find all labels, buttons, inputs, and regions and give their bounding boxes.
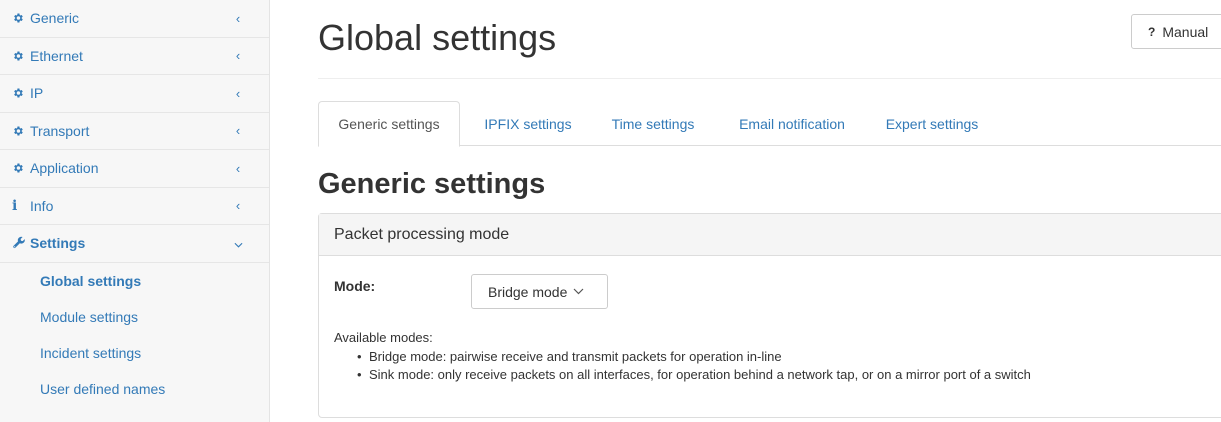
gear-icon	[12, 50, 30, 62]
list-item: Bridge mode: pairwise receive and transm…	[357, 348, 1031, 366]
gear-icon	[12, 162, 30, 174]
tab-ipfix-settings[interactable]: IPFIX settings	[468, 101, 588, 146]
gear-icon	[12, 87, 30, 99]
section-title: Generic settings	[318, 168, 546, 200]
chevron-left-icon: ‹	[235, 123, 241, 139]
chevron-left-icon: ‹	[235, 160, 241, 176]
tab-bar: Generic settings IPFIX settings Time set…	[318, 101, 1221, 147]
tab-email-notification[interactable]: Email notification	[722, 101, 862, 146]
sidebar-item-info[interactable]: i Info ‹	[0, 188, 269, 225]
sidebar-item-generic[interactable]: Generic ‹	[0, 0, 269, 38]
gear-icon	[12, 125, 30, 137]
sidebar-item-label: Info	[30, 197, 54, 214]
sidebar-item-label: Settings	[30, 235, 86, 252]
chevron-left-icon: ‹	[235, 10, 241, 26]
sidebar-item-label: Generic	[30, 10, 80, 27]
sidebar-item-label: Application	[30, 160, 99, 177]
chevron-down-icon	[233, 236, 243, 251]
wrench-icon	[12, 236, 30, 250]
chevron-left-icon: ‹	[235, 198, 241, 214]
panel-heading: Packet processing mode	[319, 214, 1221, 256]
tab-time-settings[interactable]: Time settings	[598, 101, 708, 146]
sidebar-item-ethernet[interactable]: Ethernet ‹	[0, 38, 269, 75]
tab-generic-settings[interactable]: Generic settings	[318, 101, 460, 147]
sidebar-item-transport[interactable]: Transport ‹	[0, 113, 269, 150]
manual-button[interactable]: ? Manual	[1131, 14, 1221, 49]
sidebar-item-settings[interactable]: Settings	[0, 225, 269, 263]
chevron-left-icon: ‹	[235, 85, 241, 101]
mode-select-value: Bridge mode	[488, 283, 568, 300]
sidebar-item-label: Ethernet	[30, 47, 83, 64]
chevron-down-icon	[573, 288, 584, 295]
sidebar-item-ip[interactable]: IP ‹	[0, 75, 269, 113]
header-divider	[318, 78, 1221, 79]
mode-select[interactable]: Bridge mode	[471, 274, 608, 309]
question-icon: ?	[1148, 24, 1156, 39]
sidebar: Generic ‹ Ethernet ‹ IP ‹ Transport ‹ Ap…	[0, 0, 270, 422]
available-modes-label: Available modes:	[334, 330, 433, 345]
chevron-left-icon: ‹	[235, 48, 241, 64]
sidebar-subitem-incident-settings[interactable]: Incident settings	[0, 335, 269, 371]
manual-button-label: Manual	[1162, 23, 1209, 40]
main-content: Global settings ? Manual Generic setting…	[318, 0, 1221, 422]
tab-expert-settings[interactable]: Expert settings	[874, 101, 990, 146]
sidebar-item-application[interactable]: Application ‹	[0, 150, 269, 188]
sidebar-item-label: Transport	[30, 122, 90, 139]
mode-label: Mode:	[334, 278, 376, 294]
page-title: Global settings	[318, 17, 557, 58]
modes-list: Bridge mode: pairwise receive and transm…	[357, 348, 1031, 384]
gear-icon	[12, 12, 30, 24]
packet-processing-panel: Packet processing mode Mode: Bridge mode…	[318, 213, 1221, 418]
info-icon: i	[12, 197, 18, 214]
sidebar-subitem-user-defined-names[interactable]: User defined names	[0, 371, 269, 407]
sidebar-subitem-module-settings[interactable]: Module settings	[0, 299, 269, 335]
sidebar-item-label: IP	[30, 85, 44, 102]
list-item: Sink mode: only receive packets on all i…	[357, 366, 1031, 384]
sidebar-subitem-global-settings[interactable]: Global settings	[0, 263, 269, 299]
